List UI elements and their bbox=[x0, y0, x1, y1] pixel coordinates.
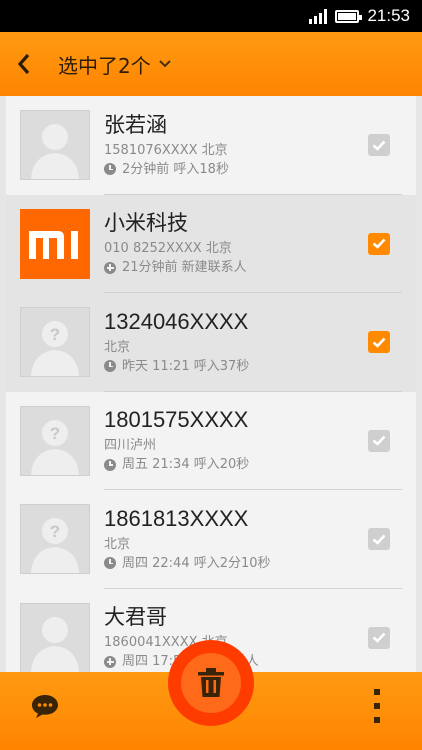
contact-number-location: 1581076XXXX 北京 bbox=[104, 142, 228, 158]
selection-title[interactable]: 选中了2个 bbox=[58, 50, 151, 79]
action-bar: 选中了2个 bbox=[0, 32, 422, 96]
contact-row[interactable]: ? 1861813XXXX 北京 周四 22:44 呼入2分10秒 bbox=[6, 490, 416, 589]
contact-number-location: 北京 bbox=[104, 536, 131, 552]
send-message-button[interactable] bbox=[30, 692, 60, 724]
contact-number-location: 四川泸州 bbox=[104, 438, 157, 454]
chevron-down-icon[interactable] bbox=[159, 60, 171, 68]
trash-icon bbox=[198, 668, 224, 697]
check-icon bbox=[372, 140, 386, 151]
svg-text:?: ? bbox=[50, 424, 60, 443]
clock-icon bbox=[104, 557, 116, 570]
call-log-info: 周五 21:34 呼入20秒 bbox=[122, 457, 250, 473]
unknown-person-avatar: ? bbox=[20, 405, 90, 476]
chevron-left-icon bbox=[17, 53, 30, 75]
clock-icon bbox=[104, 360, 116, 373]
contact-list: 张若涵 1581076XXXX 北京 2分钟前 呼入18秒 小米科技 010 8… bbox=[6, 96, 416, 672]
call-log-info: 周四 22:44 呼入2分10秒 bbox=[122, 555, 271, 571]
contact-name: 1801575XXXX bbox=[104, 407, 249, 433]
call-log-info: 昨天 11:21 呼入37秒 bbox=[122, 358, 250, 374]
contact-row[interactable]: 小米科技 010 8252XXXX 北京 21分钟前 新建联系人 bbox=[6, 194, 416, 293]
contact-row[interactable]: ? 1801575XXXX 四川泸州 周五 21:34 呼入20秒 bbox=[6, 392, 416, 490]
contact-number-location: 010 8252XXXX 北京 bbox=[104, 241, 232, 257]
more-vertical-icon bbox=[374, 689, 380, 695]
select-checkbox[interactable] bbox=[368, 331, 390, 354]
clock-icon bbox=[104, 458, 116, 471]
contact-name: 小米科技 bbox=[104, 211, 188, 236]
svg-text:?: ? bbox=[50, 522, 60, 541]
plus-icon bbox=[104, 655, 116, 668]
person-silhouette-avatar bbox=[20, 602, 90, 672]
battery-icon bbox=[335, 9, 363, 23]
status-bar: 21:53 bbox=[0, 0, 422, 32]
contact-name: 1324046XXXX bbox=[104, 308, 249, 334]
check-icon bbox=[372, 238, 386, 250]
message-icon bbox=[32, 695, 58, 718]
contact-row[interactable]: 张若涵 1581076XXXX 北京 2分钟前 呼入18秒 bbox=[6, 96, 416, 195]
select-checkbox[interactable] bbox=[368, 626, 390, 649]
clock-icon bbox=[104, 163, 116, 176]
svg-text:?: ? bbox=[50, 325, 60, 344]
contact-row[interactable]: ? 1324046XXXX 北京 昨天 11:21 呼入37秒 bbox=[6, 293, 416, 392]
select-checkbox[interactable] bbox=[368, 232, 390, 255]
contact-number-location: 北京 bbox=[104, 339, 131, 355]
contact-name: 张若涵 bbox=[104, 112, 167, 137]
check-icon bbox=[372, 632, 386, 644]
check-icon bbox=[372, 435, 386, 447]
status-time: 21:53 bbox=[367, 6, 410, 25]
call-log-info: 21分钟前 新建联系人 bbox=[122, 260, 247, 276]
back-button[interactable] bbox=[0, 32, 48, 96]
select-checkbox[interactable] bbox=[368, 429, 390, 452]
plus-icon bbox=[104, 261, 116, 274]
signal-icon bbox=[309, 8, 328, 24]
select-checkbox[interactable] bbox=[368, 528, 390, 551]
mi-logo-avatar bbox=[20, 208, 90, 279]
check-icon bbox=[372, 337, 386, 348]
more-options-button[interactable] bbox=[370, 689, 384, 723]
unknown-person-avatar: ? bbox=[20, 504, 90, 575]
unknown-person-avatar: ? bbox=[20, 307, 90, 378]
check-icon bbox=[372, 534, 386, 545]
delete-button[interactable] bbox=[168, 640, 254, 726]
contact-name: 1861813XXXX bbox=[104, 505, 249, 531]
select-checkbox[interactable] bbox=[368, 134, 390, 157]
call-log-info: 2分钟前 呼入18秒 bbox=[122, 161, 229, 177]
contact-name: 大君哥 bbox=[104, 605, 167, 630]
person-silhouette-avatar bbox=[20, 110, 90, 181]
